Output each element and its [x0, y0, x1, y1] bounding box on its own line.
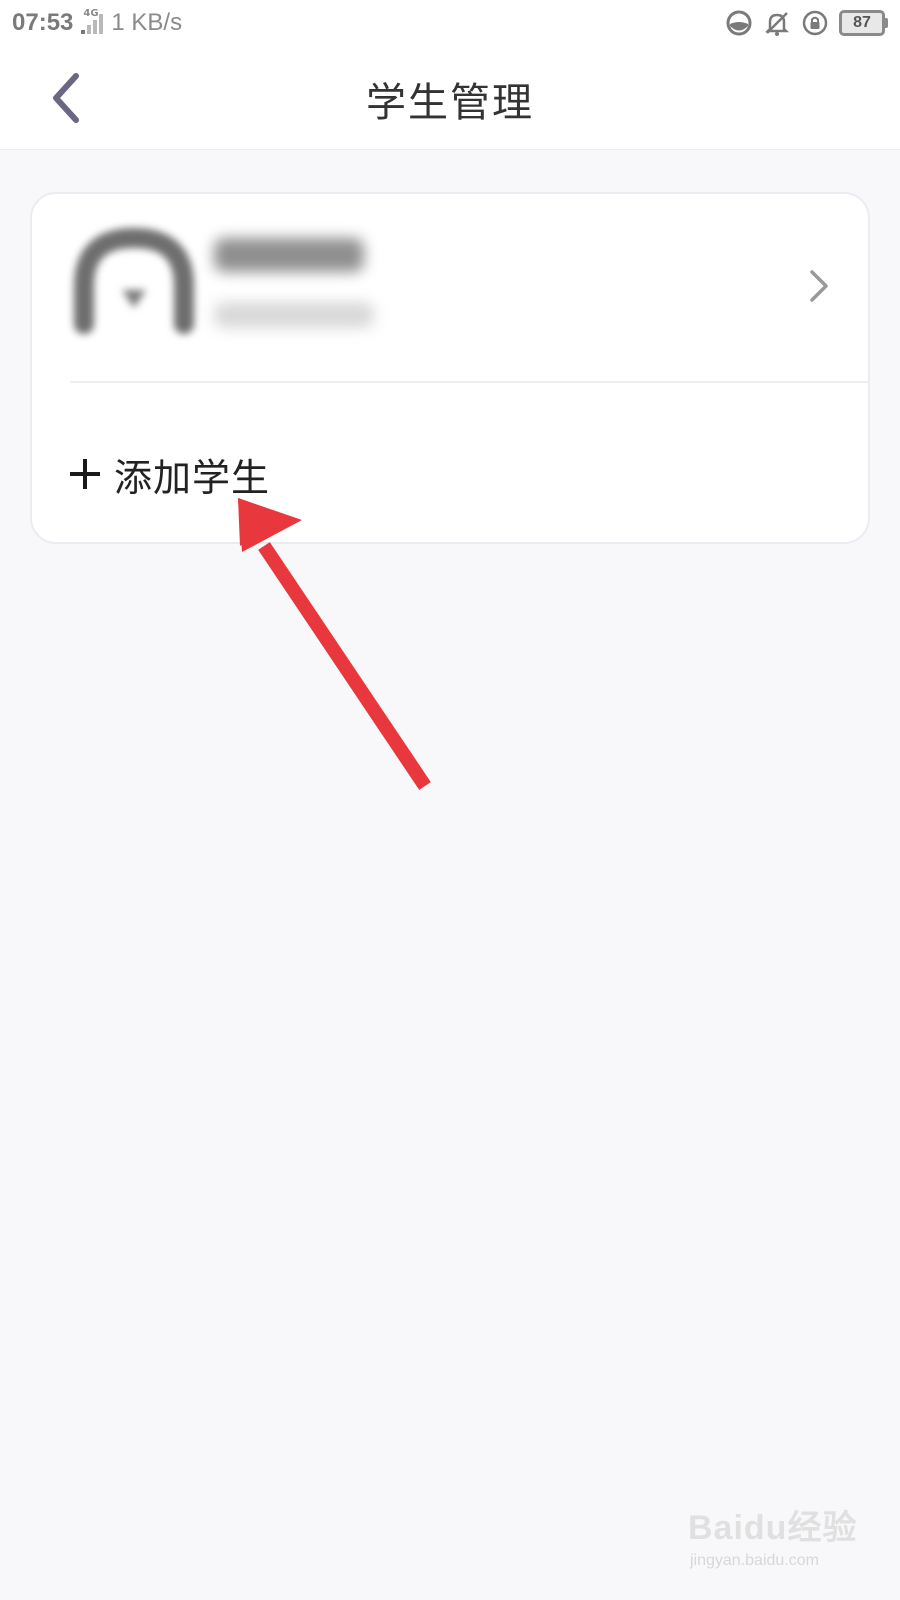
battery-icon: 87 — [839, 10, 888, 36]
plus-icon — [70, 459, 100, 489]
chevron-right-icon — [810, 270, 828, 302]
annotation-arrow-icon — [238, 498, 431, 790]
network-speed: 1 KB/s — [111, 9, 183, 36]
student-name-blurred — [214, 238, 364, 272]
status-bar: 07:53 4G 1 KB/s 87 — [0, 0, 900, 46]
battery-level: 87 — [839, 10, 885, 36]
watermark-logo: Baidu经验 — [688, 1509, 858, 1547]
status-right: 87 — [725, 9, 888, 37]
avatar — [74, 228, 194, 334]
bell-muted-icon — [763, 9, 791, 37]
data-saver-icon — [725, 9, 753, 37]
app-header: 学生管理 — [0, 46, 900, 150]
page-title: 学生管理 — [366, 80, 534, 126]
status-time: 07:53 — [12, 9, 74, 36]
student-info-blurred — [214, 302, 374, 328]
status-left: 07:53 4G 1 KB/s — [12, 8, 183, 37]
rotation-lock-icon — [801, 9, 829, 37]
student-list-item[interactable] — [32, 194, 868, 382]
divider — [70, 381, 868, 383]
signal-icon: 4G — [81, 8, 104, 34]
network-type: 4G — [83, 8, 99, 19]
watermark-url: jingyan.baidu.com — [690, 1552, 819, 1569]
watermark: Baidu经验 jingyan.baidu.com — [688, 1500, 878, 1590]
